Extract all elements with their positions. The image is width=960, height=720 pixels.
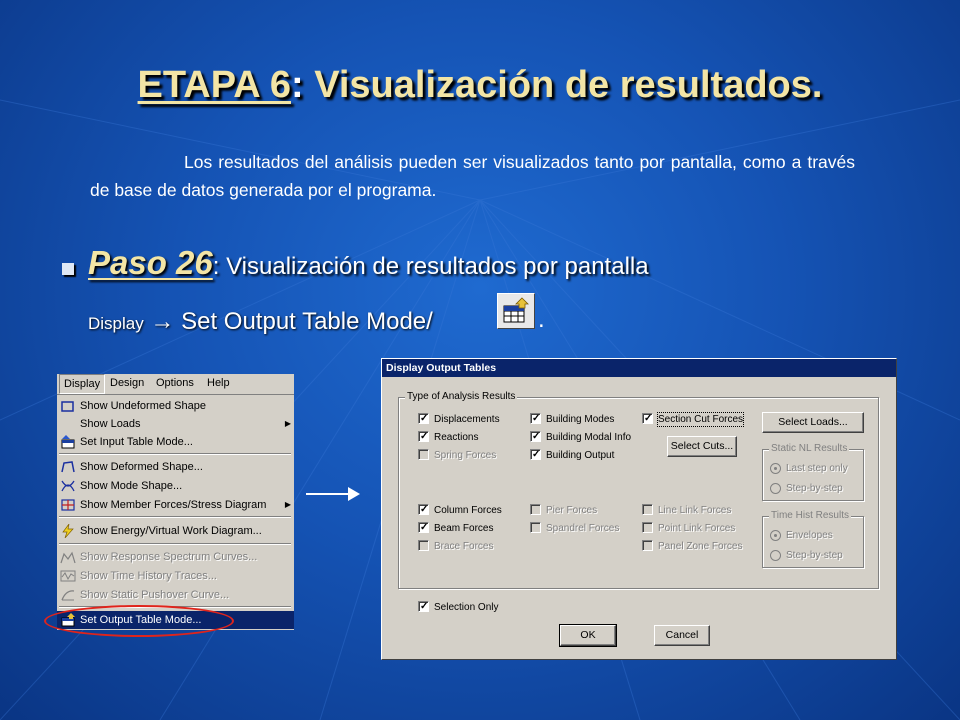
menu-item-set-input-table-mode[interactable]: Set Input Table Mode... bbox=[57, 433, 294, 451]
menu-item-label: Set Input Table Mode... bbox=[80, 436, 193, 448]
step-label: Paso 26 bbox=[88, 244, 213, 281]
time-history-icon bbox=[60, 569, 76, 583]
dialog-title: Display Output Tables bbox=[382, 359, 896, 377]
menu-item-show-energy-diagram[interactable]: Show Energy/Virtual Work Diagram... bbox=[57, 522, 294, 540]
step-text: Visualización de resultados por pantalla bbox=[219, 253, 649, 280]
step-heading: Paso 26: Visualización de resultados por… bbox=[88, 244, 649, 282]
intro-paragraph: Los resultados del análisis pueden ser v… bbox=[90, 152, 855, 200]
menu-item-show-mode-shape[interactable]: Show Mode Shape... bbox=[57, 477, 294, 495]
title-stage: ETAPA 6 bbox=[137, 64, 291, 106]
deformed-shape-icon bbox=[60, 460, 76, 474]
menu-item-label: Show Mode Shape... bbox=[80, 480, 183, 492]
menu-item-label: Show Loads bbox=[80, 418, 141, 430]
display-output-tables-dialog: Display Output Tables Type of Analysis R… bbox=[381, 358, 897, 660]
menu-design[interactable]: Design bbox=[110, 377, 144, 389]
ok-button[interactable]: OK bbox=[559, 624, 617, 647]
menu-help[interactable]: Help bbox=[207, 377, 230, 389]
menu-item-show-undeformed-shape[interactable]: Show Undeformed Shape bbox=[57, 397, 294, 415]
select-loads-button[interactable]: Select Loads... bbox=[762, 412, 864, 433]
analysis-results-group-label: Type of Analysis Results bbox=[405, 391, 518, 402]
select-cuts-button[interactable]: Select Cuts... bbox=[667, 436, 737, 457]
menu-separator bbox=[59, 453, 291, 455]
menu-options[interactable]: Options bbox=[156, 377, 194, 389]
bullet-square-icon bbox=[62, 263, 74, 275]
display-action: Set Output Table Mode/ bbox=[181, 308, 433, 335]
menu-item-show-loads[interactable]: Show Loads ▶ bbox=[57, 415, 294, 433]
menu-item-label: Show Undeformed Shape bbox=[80, 400, 206, 412]
pointer-arrow-icon bbox=[348, 487, 360, 501]
menu-display[interactable]: Display bbox=[59, 374, 106, 394]
menu-item-label: Show Static Pushover Curve... bbox=[80, 589, 230, 601]
title-colon: : bbox=[290, 64, 304, 106]
pointer-arrow-line bbox=[306, 493, 351, 495]
time-hist-results-label: Time Hist Results bbox=[769, 510, 851, 521]
display-arrow: → bbox=[143, 308, 182, 335]
static-nl-results-label: Static NL Results bbox=[769, 443, 850, 454]
display-instruction: Display → Set Output Table Mode/ bbox=[88, 308, 433, 336]
menu-separator bbox=[59, 516, 291, 518]
menu-separator bbox=[59, 543, 291, 545]
menu-item-show-member-forces[interactable]: Show Member Forces/Stress Diagram ▶ bbox=[57, 496, 294, 514]
menu-item-label: Show Time History Traces... bbox=[80, 570, 217, 582]
cancel-button[interactable]: Cancel bbox=[654, 625, 710, 646]
menu-item-show-static-pushover: Show Static Pushover Curve... bbox=[57, 586, 294, 604]
energy-icon bbox=[60, 523, 76, 539]
slide-title: ETAPA 6: Visualización de resultados. bbox=[0, 64, 960, 107]
menu-item-label: Show Member Forces/Stress Diagram bbox=[80, 499, 267, 511]
menu-item-label: Show Energy/Virtual Work Diagram... bbox=[80, 525, 262, 537]
highlight-oval bbox=[44, 605, 234, 637]
spectrum-icon bbox=[60, 550, 76, 564]
display-period: . bbox=[538, 306, 545, 333]
time-hist-results-group: Time Hist Results Envelopes Step-by-step bbox=[762, 510, 864, 568]
display-menu-screenshot: Display Design Options Help Show Undefor… bbox=[57, 374, 294, 630]
analysis-results-group: Type of Analysis Results ✓ Displacements … bbox=[398, 391, 879, 589]
menu-item-label: Show Deformed Shape... bbox=[80, 461, 203, 473]
menu-item-label: Show Response Spectrum Curves... bbox=[80, 551, 258, 563]
menu-bar: Display Design Options Help bbox=[57, 374, 294, 395]
output-table-toolbar-icon bbox=[497, 293, 535, 329]
menu-item-show-time-history: Show Time History Traces... bbox=[57, 567, 294, 585]
title-subject: Visualización de resultados. bbox=[303, 64, 823, 106]
submenu-arrow-icon: ▶ bbox=[284, 500, 291, 509]
display-prefix: Display bbox=[88, 314, 144, 333]
member-forces-icon bbox=[60, 498, 76, 512]
mode-shape-icon bbox=[60, 479, 76, 493]
undeformed-shape-icon bbox=[60, 399, 76, 413]
menu-item-show-response-spectrum: Show Response Spectrum Curves... bbox=[57, 548, 294, 566]
submenu-arrow-icon: ▶ bbox=[284, 419, 291, 428]
display-dropdown: Show Undeformed Shape Show Loads ▶ Set I… bbox=[57, 395, 294, 630]
menu-item-show-deformed-shape[interactable]: Show Deformed Shape... bbox=[57, 458, 294, 476]
static-nl-results-group: Static NL Results Last step only Step-by… bbox=[762, 443, 864, 501]
pushover-icon bbox=[60, 588, 76, 602]
input-table-icon bbox=[60, 435, 76, 449]
